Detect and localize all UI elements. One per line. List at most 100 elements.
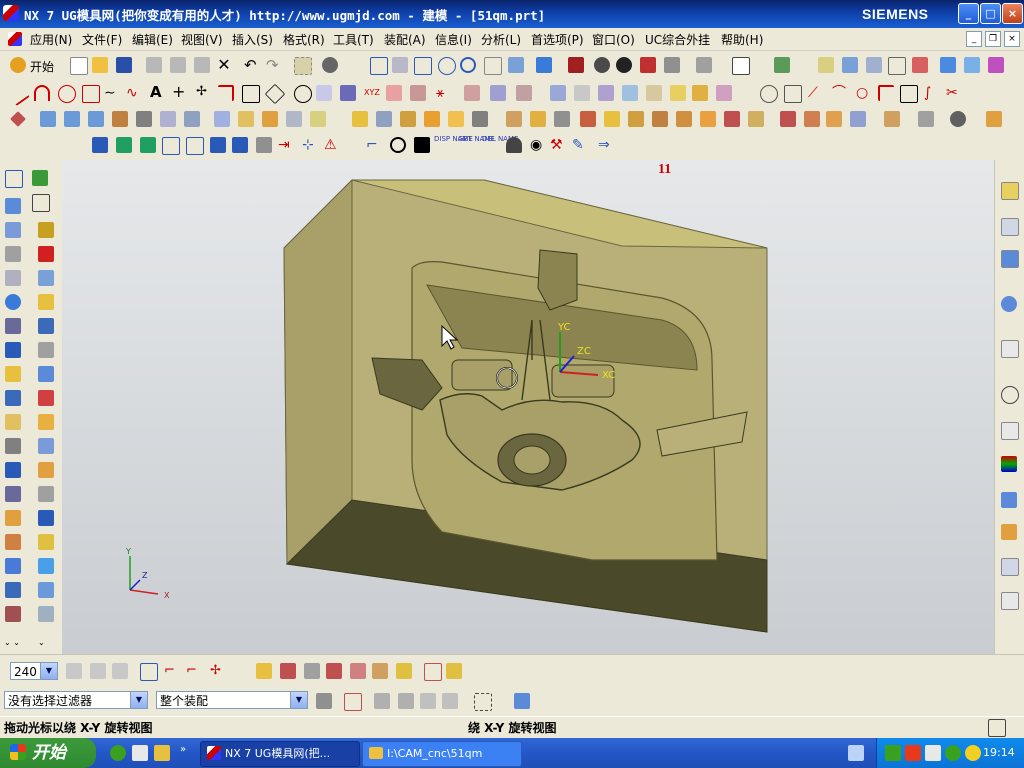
part-nav-tab-icon[interactable]: [1001, 250, 1019, 268]
mirror-icon[interactable]: [506, 111, 522, 127]
edge-blend-icon[interactable]: [286, 111, 302, 127]
coordinate-system-icon[interactable]: [66, 663, 82, 679]
tray-icon-5[interactable]: [965, 745, 981, 761]
snap-settings-icon[interactable]: [10, 111, 26, 127]
manual-icon[interactable]: [38, 510, 54, 526]
stack-icon[interactable]: [256, 137, 272, 153]
rectangle-select-icon[interactable]: [474, 693, 492, 711]
snap-point-icon[interactable]: [818, 57, 834, 73]
boss-icon[interactable]: [136, 111, 152, 127]
sketch-circle-icon[interactable]: ○: [856, 85, 872, 101]
snap-intersection-icon[interactable]: [326, 663, 342, 679]
color-icon[interactable]: [988, 57, 1004, 73]
book-icon[interactable]: [414, 137, 430, 153]
warning-icon[interactable]: ⚠: [324, 137, 340, 153]
measure-angle-icon[interactable]: [446, 663, 462, 679]
menu-assembly[interactable]: 装配(A): [384, 31, 426, 48]
document-icon[interactable]: [8, 32, 22, 46]
project-curve-icon[interactable]: [386, 85, 402, 101]
open-folder-icon[interactable]: [92, 57, 108, 73]
system-materials-tab-icon[interactable]: [1001, 422, 1019, 440]
edit-fillet-icon[interactable]: [670, 85, 686, 101]
rectangle-icon[interactable]: [242, 85, 260, 103]
menu-file[interactable]: 文件(F): [82, 31, 122, 48]
center-icon[interactable]: [390, 137, 406, 153]
zoom-icon[interactable]: [414, 57, 432, 75]
part-list-icon[interactable]: [92, 137, 108, 153]
wrap-icon[interactable]: [516, 85, 532, 101]
selection-scope-combo[interactable]: 整个装配 ▼: [156, 691, 308, 709]
part-navigator-icon[interactable]: [32, 194, 50, 212]
offset-curve-icon[interactable]: [316, 85, 332, 101]
minimize-button[interactable]: _: [958, 3, 979, 24]
text-icon[interactable]: A: [150, 84, 166, 100]
wcs-icon[interactable]: ⌐: [366, 137, 382, 153]
reference-set-icon[interactable]: [5, 534, 21, 550]
constraint-icon[interactable]: [5, 606, 21, 622]
orient-view-icon[interactable]: [536, 57, 552, 73]
ruled-icon[interactable]: [5, 366, 21, 382]
constraint-nav-tab-icon[interactable]: [1001, 218, 1019, 236]
mdi-minimize-icon[interactable]: _: [966, 31, 982, 47]
shaded-with-edges-icon[interactable]: [568, 57, 584, 73]
menu-analysis[interactable]: 分析(L): [481, 31, 521, 48]
wrap-geometry-icon[interactable]: [604, 111, 620, 127]
graphics-window[interactable]: YC ZC XC Y Z X 11: [62, 160, 994, 654]
angle-icon[interactable]: [38, 486, 54, 502]
move-face-icon[interactable]: [700, 111, 716, 127]
helix-icon[interactable]: ∿: [126, 85, 142, 101]
start-menu-button[interactable]: 开始: [30, 58, 54, 75]
start-button[interactable]: 开始: [0, 738, 96, 768]
component-icon[interactable]: [5, 558, 21, 574]
paste-icon[interactable]: [194, 57, 210, 73]
background-icon[interactable]: [664, 57, 680, 73]
snap-toggle-icon[interactable]: [344, 693, 362, 711]
group-face-icon[interactable]: [918, 111, 934, 127]
cylinder-icon[interactable]: [5, 246, 21, 262]
chevron-right-icon[interactable]: »: [180, 744, 186, 755]
wcs-origin-icon[interactable]: ⌐: [186, 663, 202, 679]
orient-wcs-icon[interactable]: [90, 663, 106, 679]
zoom-window-icon[interactable]: [392, 57, 408, 73]
sketch-trim-icon[interactable]: ✂: [946, 85, 962, 101]
menu-window[interactable]: 窗口(O): [592, 31, 635, 48]
cut-icon[interactable]: [146, 57, 162, 73]
shell-icon[interactable]: [352, 111, 368, 127]
clearance-icon[interactable]: [38, 606, 54, 622]
line-icon[interactable]: [6, 82, 30, 106]
mesh-icon[interactable]: [38, 366, 54, 382]
chevron-down-icon[interactable]: ▼: [290, 692, 307, 708]
xyz-curve-icon[interactable]: XYZ: [364, 85, 380, 101]
scroll-down-icon-2[interactable]: ⌄: [38, 638, 45, 647]
arc-icon[interactable]: [34, 85, 50, 101]
model-icon[interactable]: [842, 57, 858, 73]
bounded-plane-icon[interactable]: [5, 414, 21, 430]
user-icon[interactable]: [506, 137, 522, 153]
delete-face-icon[interactable]: [724, 111, 740, 127]
quick-launch-icon[interactable]: [110, 745, 126, 761]
shaded-icon[interactable]: [594, 57, 610, 73]
analysis-icon[interactable]: [912, 57, 928, 73]
display-wcs-icon[interactable]: [140, 663, 158, 681]
frame-icon[interactable]: [162, 137, 180, 155]
edit-section-icon[interactable]: [732, 57, 750, 75]
menu-application[interactable]: 应用(N): [30, 31, 72, 48]
mdi-restore-icon[interactable]: ❐: [985, 31, 1001, 47]
curve-length-icon[interactable]: [716, 85, 732, 101]
curve-analysis-icon[interactable]: [38, 438, 54, 454]
isoparametric-icon[interactable]: [490, 85, 506, 101]
dimension-icon[interactable]: ⇥: [278, 137, 294, 153]
menu-help[interactable]: 帮助(H): [721, 31, 763, 48]
swept-surface-icon[interactable]: [38, 390, 54, 406]
eye-icon[interactable]: ◉: [530, 137, 546, 153]
snap-midpoint-icon[interactable]: [280, 663, 296, 679]
sketch-line-icon[interactable]: ⟋: [808, 85, 824, 101]
studio-icon[interactable]: [640, 57, 656, 73]
select-edge-icon[interactable]: [442, 693, 458, 709]
section-view-icon[interactable]: [696, 57, 712, 73]
folder-icon[interactable]: [38, 534, 54, 550]
body-icon[interactable]: [950, 111, 966, 127]
block-feature-icon[interactable]: [38, 222, 54, 238]
subtract-icon[interactable]: [238, 111, 254, 127]
divide-curve-icon[interactable]: [598, 85, 614, 101]
